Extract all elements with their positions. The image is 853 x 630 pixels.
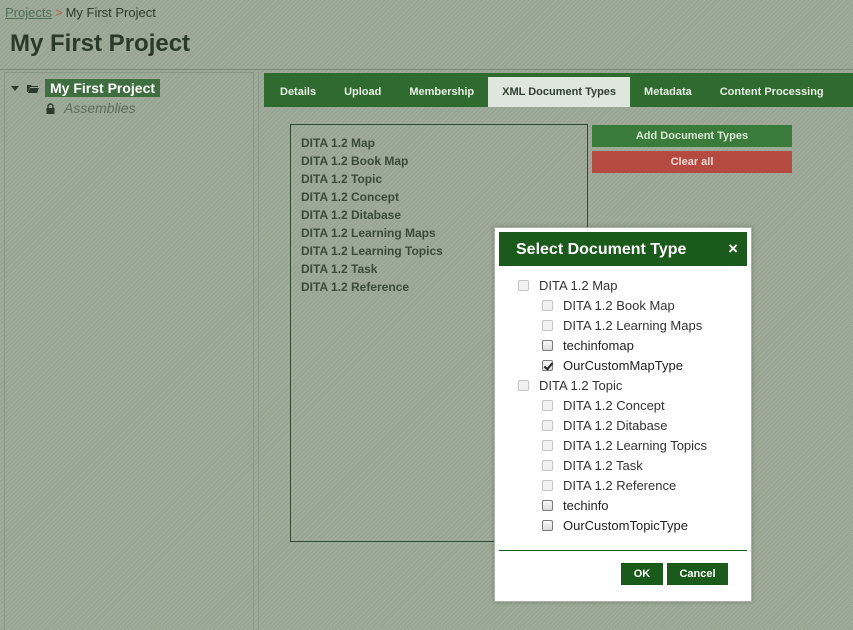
option-label: DITA 1.2 Reference [563,478,677,493]
tree-node-root[interactable]: My First Project [11,79,161,97]
tab-content-processing[interactable]: Content Processing [706,77,838,107]
dialog-header: Select Document Type × [499,232,747,266]
list-item[interactable]: DITA 1.2 Ditabase [301,206,577,224]
ok-button[interactable]: OK [621,563,663,585]
option-checkbox [542,460,553,471]
option-row[interactable]: DITA 1.2 Learning Topics [542,438,707,453]
option-checkbox [518,380,529,391]
option-label: OurCustomMapType [563,358,683,373]
tree-expand-toggle-icon[interactable] [11,85,19,91]
tab-details[interactable]: Details [266,77,330,107]
option-checkbox [542,400,553,411]
option-row[interactable]: DITA 1.2 Concept [542,398,665,413]
option-checkbox [518,280,529,291]
option-row[interactable]: OurCustomMapType [542,358,683,373]
tab-metadata[interactable]: Metadata [630,77,706,107]
option-label: DITA 1.2 Ditabase [563,418,668,433]
option-label: DITA 1.2 Task [563,458,643,473]
option-checkbox [542,320,553,331]
page-title: My First Project [10,30,191,57]
option-row[interactable]: techinfomap [542,338,634,353]
tree-root-label[interactable]: My First Project [45,79,161,97]
dialog-title: Select Document Type [516,241,687,258]
panel-splitter[interactable] [258,72,259,630]
option-label: DITA 1.2 Topic [539,378,623,393]
option-label: DITA 1.2 Learning Maps [563,318,703,333]
breadcrumb-current: My First Project [65,5,156,20]
option-row[interactable]: DITA 1.2 Book Map [542,298,675,313]
tab-bar: Details Upload Membership XML Document T… [264,73,853,107]
option-row[interactable]: DITA 1.2 Reference [542,478,676,493]
option-checkbox [542,440,553,451]
option-row[interactable]: DITA 1.2 Task [542,458,643,473]
option-row[interactable]: DITA 1.2 Topic [518,378,622,393]
select-document-type-dialog: Select Document Type × DITA 1.2 Map DITA… [494,227,752,602]
tree-assemblies-label[interactable]: Assemblies [64,100,136,116]
option-label: DITA 1.2 Concept [563,398,665,413]
option-label: DITA 1.2 Map [539,278,618,293]
tab-upload[interactable]: Upload [330,77,395,107]
option-row[interactable]: DITA 1.2 Ditabase [542,418,668,433]
option-label: DITA 1.2 Learning Topics [563,438,708,453]
option-checkbox [542,480,553,491]
clear-all-button[interactable]: Clear all [592,151,792,173]
list-item[interactable]: DITA 1.2 Map [301,134,577,152]
option-row[interactable]: techinfo [542,498,609,513]
breadcrumb-projects-link[interactable]: Projects [5,5,52,20]
option-checkbox[interactable] [542,340,553,351]
lock-icon [46,102,55,114]
option-checkbox[interactable] [542,520,553,531]
tab-membership[interactable]: Membership [395,77,488,107]
option-label: techinfomap [563,338,634,353]
option-checkbox [542,300,553,311]
option-label: techinfo [563,498,609,513]
breadcrumb-separator: > [54,5,63,20]
option-checkbox[interactable] [542,500,553,511]
dialog-footer-divider [499,550,747,551]
option-label: OurCustomTopicType [563,518,688,533]
close-icon[interactable]: × [728,239,738,259]
option-checkbox-checked[interactable] [542,360,553,371]
project-tree-panel: My First Project Assemblies [4,72,254,630]
option-checkbox [542,420,553,431]
option-row[interactable]: DITA 1.2 Learning Maps [542,318,702,333]
list-item[interactable]: DITA 1.2 Concept [301,188,577,206]
add-document-types-button[interactable]: Add Document Types [592,125,792,147]
option-row[interactable]: OurCustomTopicType [542,518,688,533]
cancel-button[interactable]: Cancel [667,563,728,585]
breadcrumb: Projects > My First Project [5,5,156,20]
tab-xml-document-types[interactable]: XML Document Types [488,77,631,107]
option-row[interactable]: DITA 1.2 Map [518,278,618,293]
option-label: DITA 1.2 Book Map [563,298,675,313]
tree-node-assemblies[interactable]: Assemblies [45,100,136,116]
list-item[interactable]: DITA 1.2 Topic [301,170,577,188]
header-divider [0,69,853,70]
list-item[interactable]: DITA 1.2 Book Map [301,152,577,170]
folder-open-icon [27,84,39,93]
